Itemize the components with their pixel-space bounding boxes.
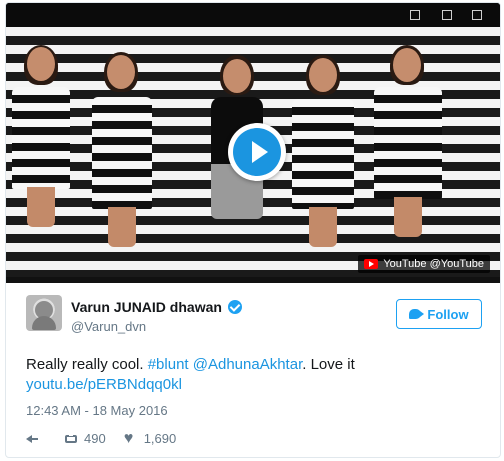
heart-icon bbox=[124, 430, 138, 448]
author-name-row[interactable]: Varun JUNAID dhawan bbox=[71, 299, 242, 315]
tweet-actions: 490 1,690 bbox=[26, 430, 177, 448]
play-button[interactable] bbox=[228, 123, 286, 181]
tweet-text-suffix: . Love it bbox=[302, 356, 355, 373]
person-head bbox=[107, 55, 135, 89]
striped-dress bbox=[374, 87, 442, 199]
reply-icon bbox=[26, 432, 40, 446]
person-legs bbox=[309, 207, 337, 247]
retweet-icon bbox=[64, 431, 78, 446]
author-name[interactable]: Varun JUNAID dhawan bbox=[71, 299, 222, 315]
author-handle[interactable]: @Varun_dvn bbox=[71, 319, 146, 334]
striped-dress bbox=[292, 99, 354, 209]
retweet-action[interactable]: 490 bbox=[64, 431, 106, 446]
person-head bbox=[393, 48, 421, 82]
youtube-icon bbox=[364, 259, 379, 269]
person-legs bbox=[27, 187, 55, 227]
play-icon bbox=[233, 128, 281, 176]
tweet-timestamp[interactable]: 12:43 AM - 18 May 2016 bbox=[26, 403, 168, 418]
avatar[interactable] bbox=[26, 295, 62, 331]
menu-icon[interactable] bbox=[472, 10, 482, 20]
video-top-bar bbox=[6, 3, 500, 27]
like-action[interactable]: 1,690 bbox=[124, 430, 177, 448]
embedded-tweet-card: YouTube @YouTube Varun JUNAID dhawan @Va… bbox=[5, 2, 501, 458]
tweet-url-link[interactable]: youtu.be/pERBNdqq0kl bbox=[26, 376, 182, 393]
mention-link[interactable]: @AdhunaAkhtar bbox=[193, 356, 302, 373]
follow-button[interactable]: Follow bbox=[396, 299, 482, 329]
verified-badge-icon bbox=[227, 300, 242, 314]
video-player[interactable]: YouTube @YouTube bbox=[6, 3, 500, 283]
tweet-text-prefix: Really really cool. bbox=[26, 356, 148, 373]
share-icon[interactable] bbox=[410, 10, 420, 20]
hashtag-link[interactable]: #blunt bbox=[148, 356, 189, 373]
striped-dress bbox=[12, 87, 70, 189]
person-head bbox=[223, 59, 251, 93]
person-legs bbox=[108, 207, 136, 247]
striped-dress bbox=[92, 97, 152, 209]
person-head bbox=[27, 47, 55, 81]
youtube-source-label: YouTube @YouTube bbox=[383, 258, 484, 270]
retweet-count: 490 bbox=[84, 431, 106, 446]
tweet-text: Really really cool. #blunt @AdhunaAkhtar… bbox=[26, 355, 486, 395]
youtube-source-badge[interactable]: YouTube @YouTube bbox=[358, 255, 490, 273]
person-legs bbox=[394, 197, 422, 237]
reply-action[interactable] bbox=[26, 432, 46, 446]
twitter-bird-icon bbox=[409, 309, 425, 319]
follow-label: Follow bbox=[427, 306, 469, 322]
watch-later-icon[interactable] bbox=[442, 10, 452, 20]
person-head bbox=[309, 58, 337, 92]
like-count: 1,690 bbox=[143, 431, 177, 446]
